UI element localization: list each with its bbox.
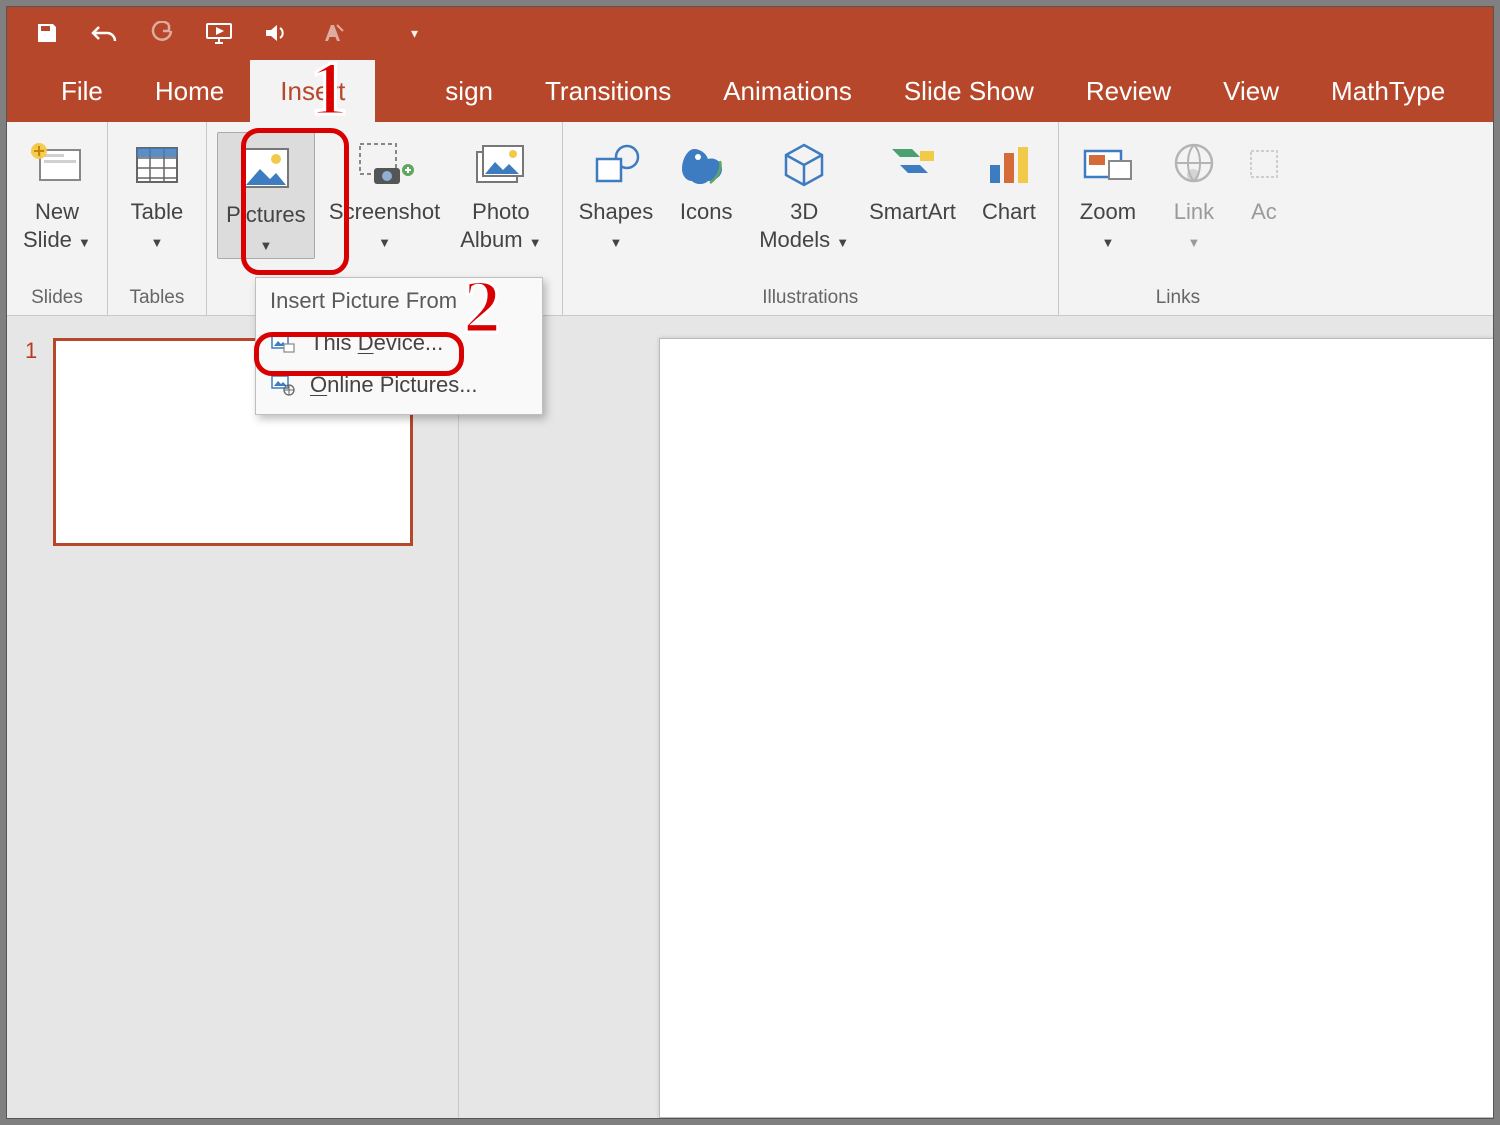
slide-canvas[interactable] (659, 338, 1493, 1118)
group-label-tables: Tables (129, 287, 184, 315)
new-slide-label-l1: New (35, 199, 79, 224)
tab-review[interactable]: Review (1060, 60, 1197, 123)
workspace: 1 (7, 316, 1493, 1118)
insert-online-pictures[interactable]: Online Pictures... (256, 364, 542, 406)
clear-formatting-icon[interactable] (319, 21, 345, 45)
insert-from-device[interactable]: This Device... (256, 322, 542, 364)
3d-models-icon (779, 136, 829, 194)
online-icon (270, 374, 296, 396)
speaker-icon[interactable] (263, 21, 289, 45)
chevron-down-icon: ▼ (378, 235, 391, 250)
slideshow-from-beginning-icon[interactable] (205, 21, 233, 45)
chevron-down-icon: ▼ (529, 235, 542, 250)
table-button[interactable]: Table ▼ (118, 130, 196, 255)
undo-icon[interactable] (89, 21, 119, 45)
link-icon (1169, 136, 1219, 194)
new-slide-label-l2: Slide (23, 227, 72, 252)
pictures-button[interactable]: Pictures ▼ (217, 132, 315, 259)
icons-icon (680, 136, 732, 194)
photo-album-label-l1: Photo (472, 199, 530, 224)
smartart-button[interactable]: SmartArt (863, 130, 962, 228)
chevron-down-icon: ▼ (836, 235, 849, 250)
action-icon (1247, 136, 1281, 194)
link-label: Link (1174, 199, 1214, 224)
ribbon-tabs: File Home Insert sign Transitions Animat… (7, 60, 1493, 123)
customize-qat-icon[interactable]: ▾ (411, 25, 418, 42)
smartart-icon (886, 136, 940, 194)
chart-icon (984, 136, 1034, 194)
3d-models-button[interactable]: 3D Models ▼ (753, 130, 855, 255)
slide-canvas-pane[interactable] (459, 316, 1493, 1118)
chevron-down-icon: ▼ (150, 235, 163, 250)
pictures-dropdown: Insert Picture From This Device... Onlin… (255, 277, 543, 415)
chevron-down-icon: ▼ (1101, 235, 1114, 250)
icons-button[interactable]: Icons (667, 130, 745, 228)
3d-models-label-l1: 3D (790, 199, 818, 224)
zoom-label: Zoom (1080, 199, 1136, 224)
tab-file[interactable]: File (35, 60, 129, 123)
group-label-slides: Slides (31, 287, 83, 315)
app-frame: ▾ File Home Insert sign Transitions Anim… (6, 6, 1494, 1119)
table-icon (133, 136, 181, 194)
chevron-down-icon: ▼ (609, 235, 622, 250)
slide-thumbnails-pane[interactable]: 1 (7, 316, 459, 1118)
shapes-label: Shapes (579, 199, 654, 224)
screenshot-label: Screenshot (329, 199, 440, 224)
table-label: Table (131, 199, 184, 224)
chevron-down-icon: ▼ (78, 235, 91, 250)
this-device-label: This Device... (310, 330, 443, 356)
zoom-icon (1079, 136, 1137, 194)
screenshot-button[interactable]: Screenshot ▼ (323, 130, 446, 255)
save-icon[interactable] (35, 21, 59, 45)
group-label-illustrations: Illustrations (762, 287, 858, 315)
chart-label: Chart (982, 199, 1036, 224)
tab-transitions[interactable]: Transitions (519, 60, 697, 123)
tab-mathtype[interactable]: MathType (1305, 60, 1471, 123)
group-slides: New Slide ▼ Slides (7, 122, 108, 315)
tab-view[interactable]: View (1197, 60, 1305, 123)
slide-number: 1 (25, 338, 37, 364)
tab-animations[interactable]: Animations (697, 60, 878, 123)
group-illustrations: Shapes ▼ Icons 3D Models ▼ (563, 122, 1059, 315)
action-button[interactable]: Ac (1241, 130, 1287, 228)
device-icon (270, 332, 296, 354)
tab-design[interactable]: sign (375, 60, 519, 123)
shapes-icon (589, 136, 643, 194)
quick-access-toolbar: ▾ (7, 7, 1493, 60)
group-label-links: Links (1156, 287, 1200, 315)
group-tables: Table ▼ Tables (108, 122, 207, 315)
link-button[interactable]: Link ▼ (1155, 130, 1233, 255)
chevron-down-icon: ▼ (259, 238, 272, 253)
photo-album-label-l2: Album (460, 227, 522, 252)
action-label: Ac (1251, 199, 1277, 224)
smartart-label: SmartArt (869, 199, 956, 224)
tab-slideshow[interactable]: Slide Show (878, 60, 1060, 123)
pictures-icon (238, 139, 294, 197)
shapes-button[interactable]: Shapes ▼ (573, 130, 660, 255)
zoom-button[interactable]: Zoom ▼ (1069, 130, 1147, 255)
new-slide-icon (30, 136, 84, 194)
photo-album-icon (473, 136, 529, 194)
icons-label: Icons (680, 199, 733, 224)
chart-button[interactable]: Chart (970, 130, 1048, 228)
tab-insert[interactable]: Insert (250, 60, 375, 123)
pictures-label: Pictures (226, 202, 305, 227)
screenshot-icon (356, 136, 414, 194)
new-slide-button[interactable]: New Slide ▼ (17, 130, 97, 255)
3d-models-label-l2: Models (759, 227, 830, 252)
redo-icon[interactable] (149, 21, 175, 45)
tab-home[interactable]: Home (129, 60, 250, 123)
ribbon-insert: New Slide ▼ Slides Table ▼ (7, 122, 1493, 316)
online-pictures-label: Online Pictures... (310, 372, 478, 398)
chevron-down-icon: ▼ (1187, 235, 1200, 250)
dropdown-title: Insert Picture From (256, 278, 542, 322)
group-links: Zoom ▼ Link ▼ A (1059, 122, 1297, 315)
photo-album-button[interactable]: Photo Album ▼ (454, 130, 547, 255)
